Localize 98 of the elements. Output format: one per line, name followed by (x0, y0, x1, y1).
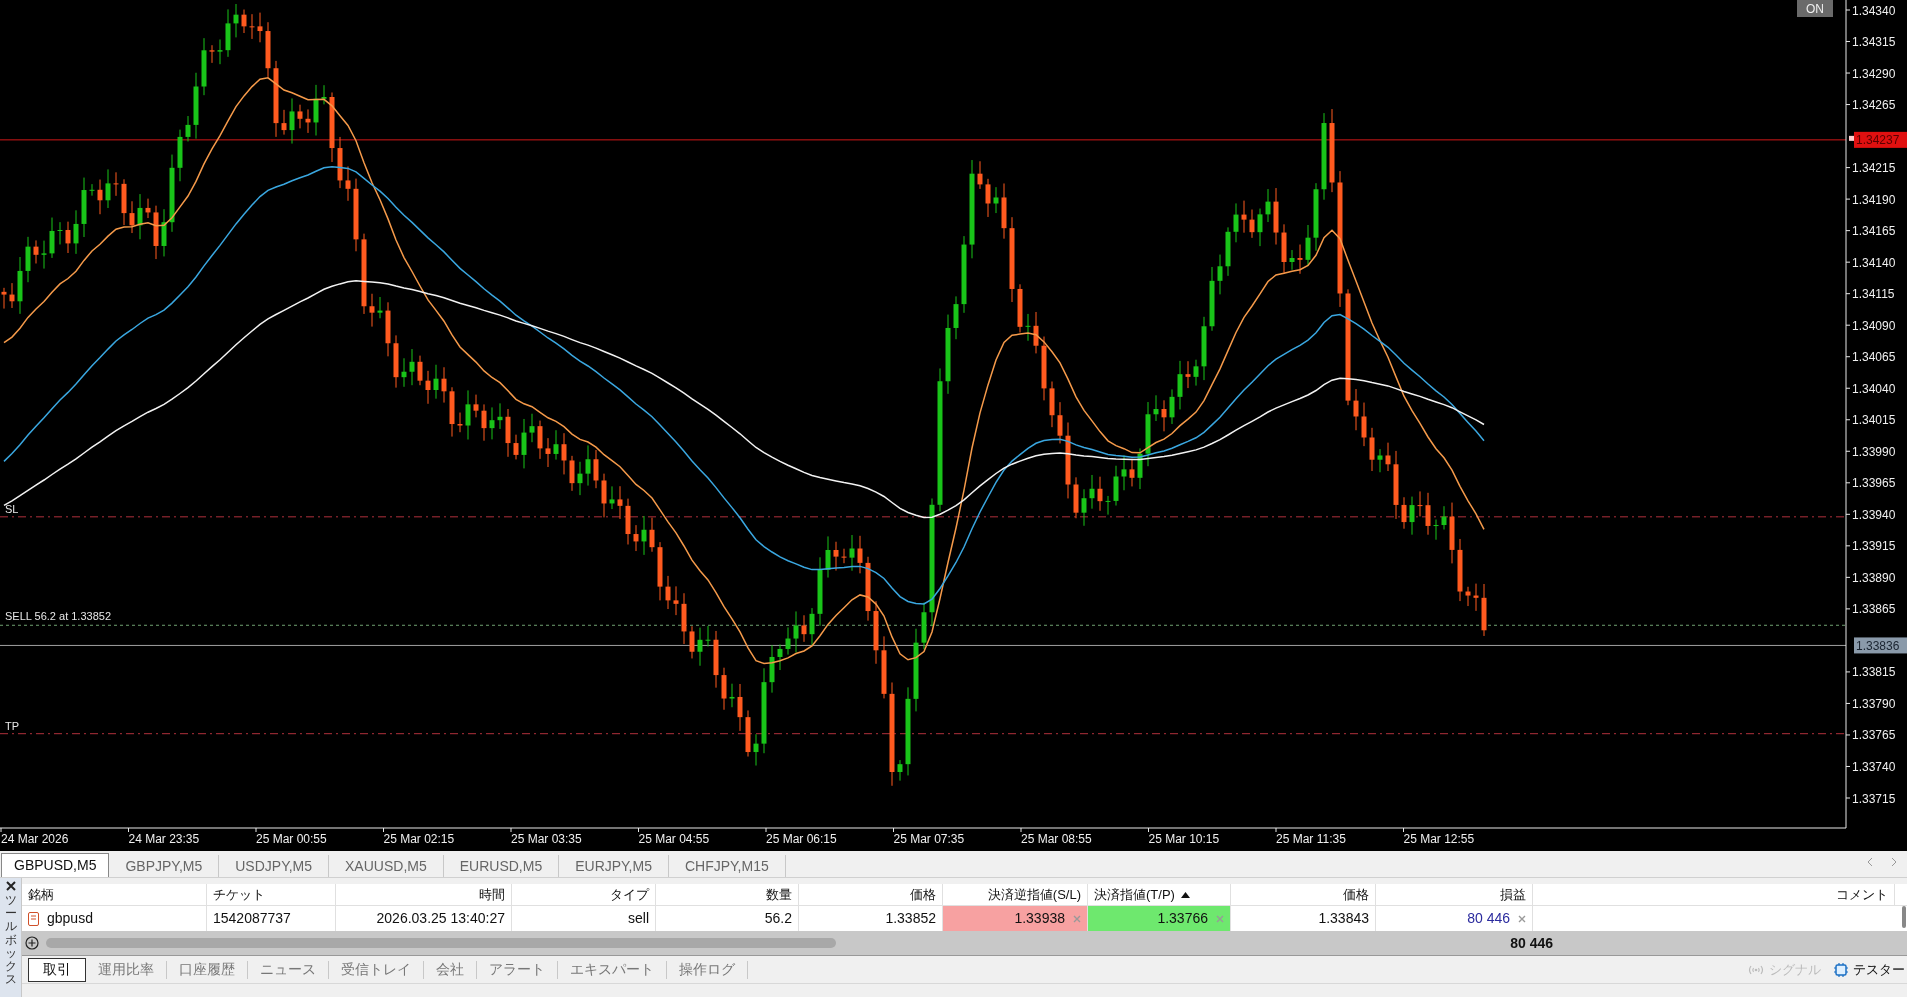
price-tick-label: 1.34340 (1852, 3, 1896, 18)
scrollbar-thumb[interactable] (1902, 906, 1906, 928)
tp-cell-text: 1.33766 (1157, 909, 1208, 928)
remove-icon[interactable] (1216, 914, 1224, 923)
price-tick-label: 1.33865 (1852, 602, 1896, 617)
chart-tab[interactable]: EURUSD,M5 (443, 855, 560, 877)
price-tick-label: 1.34015 (1852, 413, 1896, 428)
toolbox-tab[interactable]: ニュース (248, 960, 329, 979)
price-tick-label: 1.33990 (1852, 444, 1896, 459)
price-tick-label: 1.33890 (1852, 570, 1896, 585)
take-profit-line[interactable] (0, 733, 1847, 735)
order-label: SELL 56.2 at 1.33852 (5, 610, 111, 623)
toolbox-tab[interactable]: 受信トレイ (329, 960, 424, 979)
tester-label[interactable]: テスター (1853, 959, 1905, 980)
time-tick-label: 25 Mar 10:15 (1148, 832, 1220, 846)
price-tick-label: 1.34065 (1852, 350, 1896, 365)
close-icon[interactable] (5, 881, 16, 891)
stop-loss-line[interactable] (0, 516, 1847, 518)
type-cell-text: sell (628, 909, 649, 928)
time-tick-label: 24 Mar 2026 (1, 832, 69, 846)
chart-tab[interactable]: GBPUSD,M5 (1, 853, 110, 877)
price-tick-label: 1.34215 (1852, 161, 1896, 176)
toolbox-tab[interactable]: 口座履歴 (167, 960, 248, 979)
ticket-cell-text: 1542087737 (213, 909, 291, 928)
add-icon[interactable] (25, 936, 39, 950)
volume-cell-text: 56.2 (764, 909, 792, 928)
symbol-cell-text: gbpusd (47, 909, 93, 928)
time-tick-label: 25 Mar 02:15 (383, 832, 455, 846)
price-tick-label: 1.34265 (1852, 98, 1896, 113)
column-header[interactable]: チケット (207, 884, 336, 905)
total-profit: 80 446 (1509, 933, 1554, 953)
take-profit-label: TP (5, 719, 20, 732)
time-tick-label: 25 Mar 12:55 (1403, 832, 1475, 846)
column-header[interactable]: 数量 (656, 884, 799, 905)
chart-tab[interactable]: XAUUSD,M5 (329, 855, 444, 877)
price-tick-label: 1.34090 (1852, 318, 1896, 333)
time-tick-label: 25 Mar 06:15 (766, 832, 837, 846)
scrollbar-thumb[interactable] (46, 938, 836, 948)
column-header[interactable]: 時間 (336, 884, 512, 905)
chart-tab[interactable]: CHFJPY,M15 (668, 855, 786, 877)
column-header[interactable]: 損益 (1376, 884, 1533, 905)
chart-tab[interactable]: EURJPY,M5 (559, 855, 669, 877)
price-tick-label: 1.33790 (1852, 696, 1896, 711)
price-tick-label: 1.34140 (1852, 255, 1896, 270)
signal-icon[interactable] (1747, 963, 1765, 976)
sl-cell-text: 1.33938 (1014, 909, 1065, 928)
toolbox-tab[interactable]: 取引 (28, 957, 86, 982)
on-button[interactable] (1797, 0, 1833, 17)
scroll-left-icon[interactable] (1867, 857, 1873, 867)
price-tick-label: 1.33765 (1852, 728, 1896, 743)
on-button-label: ON (1806, 2, 1824, 16)
time-cell-text: 2026.03.25 13:40:27 (376, 909, 505, 928)
time-tick-label: 24 Mar 23:35 (128, 832, 200, 846)
bid-price-label: 1.33836 (1854, 637, 1907, 654)
remove-icon[interactable] (1073, 914, 1081, 923)
column-header[interactable]: 価格 (799, 884, 943, 905)
time-tick-label: 25 Mar 07:35 (893, 832, 965, 846)
document-icon (28, 911, 39, 926)
toolbox-tab[interactable]: 会社 (424, 960, 477, 979)
sort-ascending-icon (1180, 891, 1190, 898)
profit-cell-text: 80 446 (1467, 909, 1510, 928)
toolbox-tab[interactable]: 操作ログ (667, 960, 748, 979)
chip-icon[interactable] (1833, 961, 1849, 978)
scroll-right-icon[interactable] (1891, 857, 1897, 867)
price-tick-label: 1.33965 (1852, 476, 1896, 491)
time-tick-label: 25 Mar 03:35 (511, 832, 582, 846)
price-tick-label: 1.33715 (1852, 791, 1896, 806)
toolbox-tab[interactable]: エキスパート (558, 960, 667, 979)
time-tick-label: 25 Mar 08:55 (1021, 832, 1092, 846)
toolbox-title: ツールボックス (4, 894, 17, 987)
time-tick-label: 25 Mar 00:55 (256, 832, 327, 846)
price-tick-label: 1.33740 (1852, 760, 1896, 774)
price-cell-text: 1.33852 (885, 909, 936, 928)
chart-tab[interactable]: GBPJPY,M5 (109, 855, 220, 877)
price-tick-label: 1.34290 (1852, 66, 1896, 81)
price-tick-label: 1.34315 (1852, 35, 1896, 49)
price-tick-label: 1.33915 (1852, 539, 1896, 554)
ask-price-label: 1.34237 (1854, 131, 1907, 148)
chart-tab[interactable]: USDJPY,M5 (219, 855, 330, 877)
toolbox-tab[interactable]: 運用比率 (86, 960, 167, 979)
column-header[interactable]: コメント (1533, 884, 1895, 905)
column-header[interactable]: 銘柄 (22, 884, 207, 905)
time-tick-label: 25 Mar 11:35 (1276, 832, 1346, 846)
stop-loss-label: SL (5, 502, 19, 515)
price-tick-label: 1.34115 (1852, 287, 1895, 302)
column-header[interactable]: 価格 (1231, 884, 1376, 905)
price-tick-label: 1.34190 (1852, 192, 1896, 207)
price-tick-label: 1.34040 (1852, 381, 1896, 396)
column-header[interactable]: 決済逆指値(S/L) (943, 884, 1088, 905)
price-tick-label: 1.34165 (1852, 224, 1896, 239)
column-header[interactable]: タイプ (512, 884, 656, 905)
current-price-cell-text: 1.33843 (1318, 909, 1369, 928)
order-line[interactable] (0, 624, 1847, 626)
time-tick-label: 25 Mar 04:55 (638, 832, 710, 846)
price-tick-label: 1.33815 (1852, 665, 1896, 680)
column-header[interactable]: 決済指値(T/P) (1088, 884, 1231, 905)
price-tick-label: 1.33940 (1852, 507, 1896, 522)
toolbox-tab[interactable]: アラート (477, 960, 558, 979)
